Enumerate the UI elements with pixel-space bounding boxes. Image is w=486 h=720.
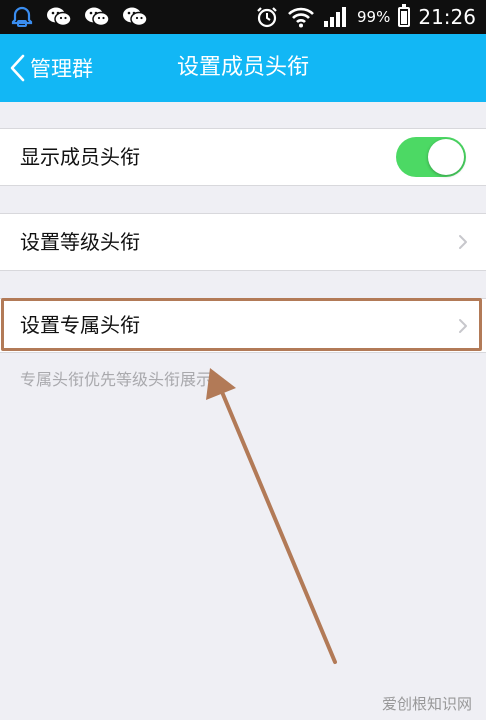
battery-icon xyxy=(398,4,411,27)
clock: 21:26 xyxy=(418,5,476,29)
nav-bar: 设置成员头衔 管理群 xyxy=(0,34,486,102)
watermark: 爱创根知识网 xyxy=(381,695,472,713)
notification-icon xyxy=(11,6,33,27)
status-left-icons xyxy=(10,5,148,29)
wechat-icon xyxy=(123,7,148,27)
level-title-row[interactable]: 设置等级头衔 xyxy=(0,213,486,271)
exclusive-title-label: 设置专属头衔 xyxy=(20,313,140,337)
show-titles-label: 显示成员头衔 xyxy=(20,145,140,169)
battery-percent: 99% xyxy=(357,8,391,26)
toggle-knob xyxy=(428,139,464,175)
exclusive-title-row[interactable]: 设置专属头衔 xyxy=(0,298,486,353)
wechat-icon xyxy=(85,7,110,27)
back-button[interactable]: 管理群 xyxy=(8,34,93,102)
chevron-right-icon xyxy=(459,235,467,249)
signal-icon xyxy=(324,7,347,27)
status-bar: 99% 21:26 xyxy=(0,0,486,34)
level-title-label: 设置等级头衔 xyxy=(20,230,140,254)
wifi-icon xyxy=(288,7,314,28)
show-titles-toggle[interactable] xyxy=(396,137,466,177)
exclusive-title-footnote: 专属头衔优先等级头衔展示 xyxy=(20,370,213,389)
status-right-icons: 99% 21:26 xyxy=(255,0,476,34)
wechat-icon xyxy=(47,7,72,27)
chevron-right-icon xyxy=(459,319,467,333)
back-label: 管理群 xyxy=(30,57,93,81)
alarm-icon xyxy=(257,7,277,28)
chevron-left-icon xyxy=(10,54,25,82)
annotation-arrow xyxy=(206,368,337,664)
show-titles-row: 显示成员头衔 xyxy=(0,128,486,186)
